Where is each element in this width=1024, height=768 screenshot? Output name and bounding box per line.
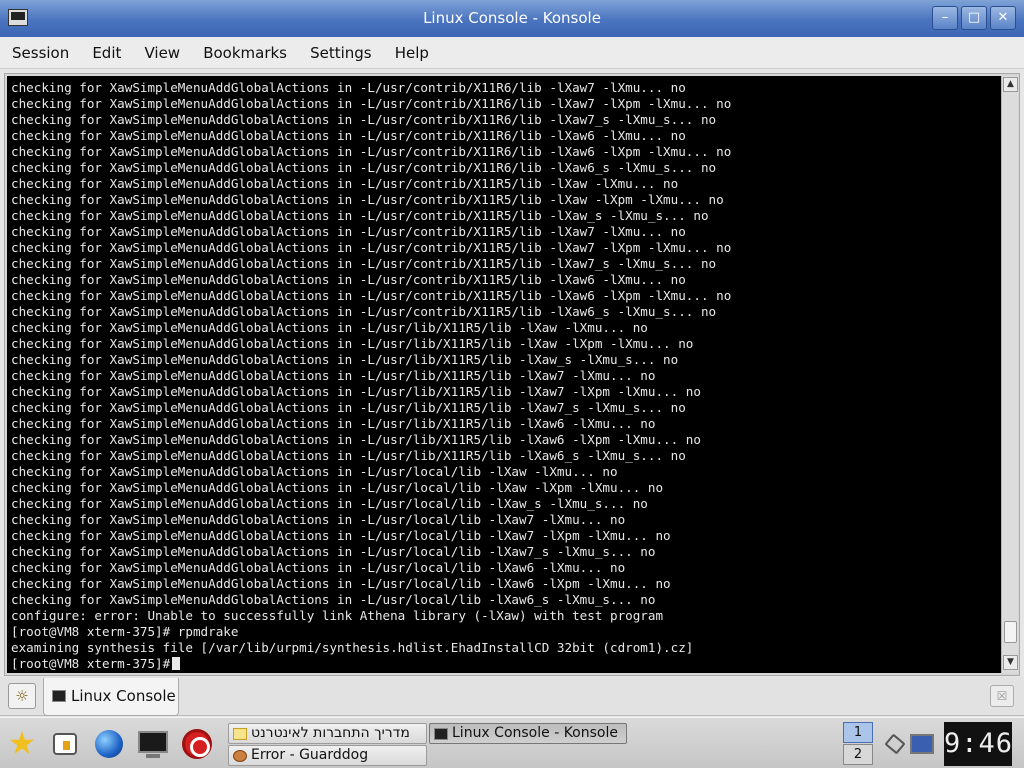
terminal-scrollbar[interactable]: ▲ ▼ [1001,76,1018,673]
display-icon[interactable] [910,734,934,754]
globe-icon[interactable] [92,727,126,761]
terminal-line: checking for XawSimpleMenuAddGlobalActio… [11,464,618,479]
terminal-line: checking for XawSimpleMenuAddGlobalActio… [11,240,732,255]
terminal-line: checking for XawSimpleMenuAddGlobalActio… [11,144,732,159]
terminal-line: checking for XawSimpleMenuAddGlobalActio… [11,480,664,495]
terminal-line: checking for XawSimpleMenuAddGlobalActio… [11,592,656,607]
terminal-line: checking for XawSimpleMenuAddGlobalActio… [11,496,648,511]
scrollbar-thumb[interactable] [1004,621,1017,643]
terminal-line: checking for XawSimpleMenuAddGlobalActio… [11,448,686,463]
terminal-line: checking for XawSimpleMenuAddGlobalActio… [11,384,701,399]
pager-desktop-1[interactable]: 1 [843,722,873,743]
clock[interactable]: 9:46 [944,722,1012,766]
menu-view[interactable]: View [138,37,186,69]
maximize-button[interactable]: □ [961,6,987,30]
terminal-line: checking for XawSimpleMenuAddGlobalActio… [11,224,686,239]
terminal-line: checking for XawSimpleMenuAddGlobalActio… [11,192,724,207]
terminal-prompt-line: [root@VM8 xterm-375]# [11,656,1001,672]
terminal-line: checking for XawSimpleMenuAddGlobalActio… [11,176,679,191]
session-tab-bar: ☼ Linux Console ☒ [0,677,1024,716]
terminal-output[interactable]: checking for XawSimpleMenuAddGlobalActio… [7,76,1001,673]
taskbar-item-label: Error - Guarddog [251,747,369,763]
terminal-prompt: [root@VM8 xterm-375]# [11,656,171,671]
terminal-line: checking for XawSimpleMenuAddGlobalActio… [11,416,656,431]
terminal-line: configure: error: Unable to successfully… [11,608,664,623]
terminal-line: checking for XawSimpleMenuAddGlobalActio… [11,304,717,319]
window-title: Linux Console - Konsole [423,9,601,27]
tab-linux-console[interactable]: Linux Console [43,678,179,716]
menu-edit[interactable]: Edit [86,37,127,69]
terminal-line: checking for XawSimpleMenuAddGlobalActio… [11,288,732,303]
close-session-button[interactable]: ☒ [990,685,1014,707]
terminal-line: checking for XawSimpleMenuAddGlobalActio… [11,128,686,143]
menu-help[interactable]: Help [389,37,435,69]
new-session-button[interactable]: ☼ [8,683,36,709]
desktop-pager: 1 2 [843,722,873,766]
close-button[interactable]: ✕ [990,6,1016,30]
pager-desktop-2[interactable]: 2 [843,744,873,765]
terminal-line: checking for XawSimpleMenuAddGlobalActio… [11,352,679,367]
menu-bookmarks[interactable]: Bookmarks [197,37,293,69]
terminal-frame: checking for XawSimpleMenuAddGlobalActio… [4,73,1020,676]
terminal-icon [52,690,66,702]
terminal-line: checking for XawSimpleMenuAddGlobalActio… [11,528,671,543]
taskbar-item-label: Linux Console - Konsole [452,725,618,741]
terminal-line: checking for XawSimpleMenuAddGlobalActio… [11,272,686,287]
wizard-icon [233,728,247,740]
taskbar-item-internet-guide[interactable]: מדריך התחברות לאינטרנט [228,723,427,744]
home-icon[interactable] [48,727,82,761]
terminal-icon [434,728,448,740]
terminal-line: checking for XawSimpleMenuAddGlobalActio… [11,400,686,415]
terminal-line: [root@VM8 xterm-375]# rpmdrake [11,624,239,639]
taskbar-item-label: מדריך התחברות לאינטרנט [251,725,410,741]
terminal-line: checking for XawSimpleMenuAddGlobalActio… [11,320,648,335]
terminal-line: checking for XawSimpleMenuAddGlobalActio… [11,80,686,95]
terminal-line: checking for XawSimpleMenuAddGlobalActio… [11,112,717,127]
terminal-line: checking for XawSimpleMenuAddGlobalActio… [11,336,694,351]
scroll-down-arrow-icon[interactable]: ▼ [1003,655,1018,670]
terminal-line: checking for XawSimpleMenuAddGlobalActio… [11,576,671,591]
terminal-line: checking for XawSimpleMenuAddGlobalActio… [11,160,717,175]
menu-session[interactable]: Session [6,37,75,69]
network-plug-icon[interactable] [884,733,906,755]
terminal-line: checking for XawSimpleMenuAddGlobalActio… [11,96,732,111]
close-session-icon: ☒ [996,689,1008,703]
scroll-up-arrow-icon[interactable]: ▲ [1003,77,1018,92]
terminal-line: checking for XawSimpleMenuAddGlobalActio… [11,368,656,383]
guarddog-small-icon [233,750,247,762]
title-bar[interactable]: Linux Console - Konsole – □ ✕ [0,0,1024,37]
guarddog-icon[interactable] [180,727,214,761]
terminal-launcher-icon[interactable] [136,727,170,761]
terminal-line: checking for XawSimpleMenuAddGlobalActio… [11,560,626,575]
terminal-line: examining synthesis file [/var/lib/urpmi… [11,640,694,655]
terminal-line: checking for XawSimpleMenuAddGlobalActio… [11,432,701,447]
terminal-line: checking for XawSimpleMenuAddGlobalActio… [11,544,656,559]
star-icon[interactable]: ★ [5,727,39,761]
minimize-button[interactable]: – [932,6,958,30]
new-session-icon: ☼ [15,687,29,705]
terminal-cursor [172,657,181,670]
taskbar-item-guarddog[interactable]: Error - Guarddog [228,745,427,766]
terminal-line: checking for XawSimpleMenuAddGlobalActio… [11,208,709,223]
terminal-line: checking for XawSimpleMenuAddGlobalActio… [11,256,717,271]
terminal-line: checking for XawSimpleMenuAddGlobalActio… [11,512,626,527]
tab-label: Linux Console [71,687,176,705]
menu-settings[interactable]: Settings [304,37,378,69]
taskbar-item-konsole[interactable]: Linux Console - Konsole [429,723,627,744]
menu-bar: Session Edit View Bookmarks Settings Hel… [0,37,1024,69]
